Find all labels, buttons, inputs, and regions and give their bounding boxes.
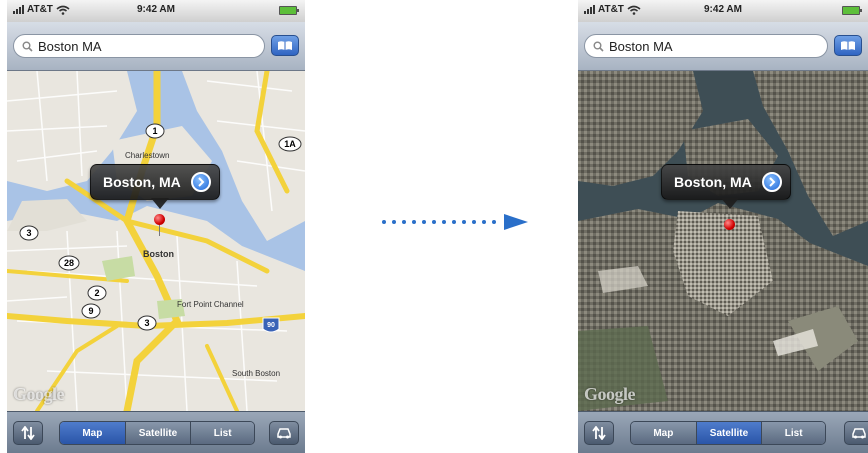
directions-car-button[interactable] [844,421,868,445]
disclosure-button[interactable] [761,172,782,192]
disclosure-button[interactable] [190,172,211,192]
bookmarks-button[interactable] [834,35,862,56]
bookmark-book-icon [278,41,292,50]
map-canvas: 1 1A 3 28 2 9 3 90 Charlestown Boston So… [7,71,305,411]
callout-pointer [721,198,739,209]
car-icon [852,428,866,439]
car-icon [277,428,291,439]
search-bar [578,22,868,71]
svg-text:1: 1 [152,126,157,136]
search-input[interactable] [38,38,218,54]
bottom-toolbar: Map Satellite List [578,411,868,453]
google-attribution: Google [13,384,65,404]
battery-icon [842,6,862,15]
bookmarks-button[interactable] [271,35,299,56]
map-label-fort-point-channel: Fort Point Channel [177,300,244,309]
route-shield: 1 [145,123,165,139]
directions-car-button[interactable] [269,421,299,445]
route-shield: 1A [278,136,302,152]
magnifier-icon [593,41,604,52]
search-bar [7,22,305,71]
callout-title: Boston, MA [103,174,181,190]
svg-text:2: 2 [94,288,99,298]
chevron-right-icon [198,177,205,187]
view-mode-control: Map Satellite List [630,421,826,445]
search-field[interactable] [584,34,828,58]
map-label-charlestown: Charlestown [125,151,169,160]
satellite-map[interactable]: Google [578,71,868,411]
location-pin[interactable] [724,219,735,230]
magnifier-icon [22,41,33,52]
segment-list[interactable]: List [761,422,825,444]
google-attribution: Google [584,384,636,404]
updown-arrows-icon [592,426,606,440]
svg-text:28: 28 [64,258,74,268]
dotted-arrow-icon [382,214,528,230]
svg-text:3: 3 [26,228,31,238]
updown-arrows-icon [21,426,35,440]
svg-text:3: 3 [144,318,149,328]
battery-icon [279,6,299,15]
status-time: 9:42 AM [704,4,742,15]
street-map[interactable]: 1 1A 3 28 2 9 3 90 Charlestown Boston So… [7,71,305,411]
route-shield: 3 [19,225,39,241]
phone-map-view: AT&T 9:42 AM Boston MA 1 1A 3 28 2 9 3 9… [7,0,305,453]
directions-toggle-button[interactable] [584,421,614,445]
status-bar: AT&T 9:42 AM [7,0,305,22]
route-shield: 90 [262,317,280,333]
route-shield: 9 [81,303,101,319]
location-callout[interactable]: Boston, MA [90,164,220,200]
location-pin[interactable] [154,214,165,225]
directions-toggle-button[interactable] [13,421,43,445]
status-bar: AT&T 9:42 AM [578,0,868,22]
segment-satellite[interactable]: Satellite [124,422,191,444]
satellite-canvas [578,71,868,411]
map-label-boston: Boston [143,249,174,259]
phone-satellite-view: AT&T 9:42 AM Boston MA Google Boston, MA… [578,0,868,453]
bottom-toolbar: Map Satellite List [7,411,305,453]
search-field[interactable] [13,34,265,58]
svg-text:9: 9 [88,306,93,316]
svg-text:90: 90 [267,322,275,329]
route-shield: 2 [87,285,107,301]
route-shield: 3 [137,315,157,331]
status-time: 9:42 AM [137,4,175,15]
svg-text:1A: 1A [284,139,296,149]
view-mode-control: Map Satellite List [59,421,255,445]
segment-satellite[interactable]: Satellite [695,422,762,444]
chevron-right-icon [769,177,776,187]
segment-list[interactable]: List [190,422,254,444]
segment-map[interactable]: Map [631,422,696,444]
map-label-south-boston: South Boston [232,369,280,378]
callout-title: Boston, MA [674,174,752,190]
callout-pointer [151,198,169,209]
location-callout[interactable]: Boston, MA [661,164,791,200]
segment-map[interactable]: Map [60,422,125,444]
search-input[interactable] [609,38,789,54]
bookmark-book-icon [841,41,855,50]
route-shield: 28 [58,255,80,271]
